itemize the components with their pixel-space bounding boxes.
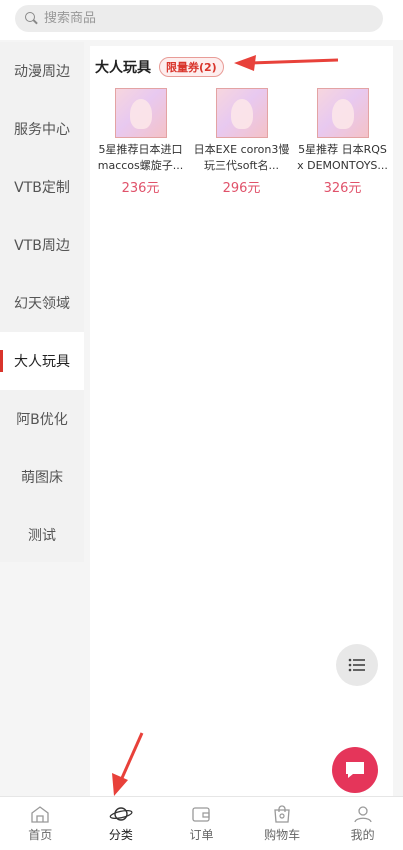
list-icon xyxy=(348,658,365,672)
sidebar-item-label: VTB定制 xyxy=(14,180,70,196)
search-box[interactable] xyxy=(15,5,383,32)
home-icon xyxy=(31,806,49,823)
tab-label: 订单 xyxy=(189,828,214,842)
chat-icon xyxy=(346,762,364,778)
planet-icon xyxy=(109,807,133,821)
list-toggle-button[interactable] xyxy=(336,644,378,686)
app-root: 动漫周边 服务中心 VTB定制 VTB周边 幻天领域 大人玩具 阿B优化 萌图床… xyxy=(0,0,403,850)
tab-home[interactable]: 首页 xyxy=(0,797,81,850)
sidebar-item-vtb-custom[interactable]: VTB定制 xyxy=(0,158,84,216)
bag-icon xyxy=(274,805,290,823)
sidebar-item-fantasy[interactable]: 幻天领域 xyxy=(0,274,84,332)
user-icon xyxy=(354,806,372,823)
category-header: 大人玩具 限量券(2) xyxy=(90,46,393,78)
search-input[interactable] xyxy=(44,11,364,26)
wallet-icon xyxy=(192,807,211,822)
tab-category[interactable]: 分类 xyxy=(81,797,162,850)
sidebar-item-service[interactable]: 服务中心 xyxy=(0,100,84,158)
chat-button[interactable] xyxy=(332,747,378,793)
search-icon xyxy=(25,12,38,25)
sidebar-item-label: VTB周边 xyxy=(14,238,70,254)
sidebar-item-vtb-merch[interactable]: VTB周边 xyxy=(0,216,84,274)
tab-profile[interactable]: 我的 xyxy=(322,797,403,850)
bottom-tab-bar: 首页 分类 订单 购物车 我的 xyxy=(0,796,403,850)
tab-label: 我的 xyxy=(350,828,375,842)
product-card[interactable]: 5星推荐日本进口maccos螺旋子... 236元 xyxy=(90,88,191,196)
product-card[interactable]: 5星推荐 日本RQS x DEMONTOYS... 326元 xyxy=(292,88,393,196)
product-card[interactable]: 日本EXE coron3慢玩三代soft名... 296元 xyxy=(191,88,292,196)
product-name: 5星推荐 日本RQS x DEMONTOYS... xyxy=(297,143,388,172)
sidebar-item-label: 阿B优化 xyxy=(16,412,68,428)
sidebar-item-anime[interactable]: 动漫周边 xyxy=(0,42,84,100)
product-list: 5星推荐日本进口maccos螺旋子... 236元 日本EXE coron3慢玩… xyxy=(90,78,393,196)
sidebar-item-label: 服务中心 xyxy=(14,122,70,138)
sidebar-item-label: 大人玩具 xyxy=(14,354,70,370)
product-name: 日本EXE coron3慢玩三代soft名... xyxy=(193,143,290,172)
sidebar-item-label: 动漫周边 xyxy=(14,64,70,80)
coupon-badge[interactable]: 限量券(2) xyxy=(159,56,224,77)
tab-label: 购物车 xyxy=(264,828,301,842)
product-image[interactable] xyxy=(316,88,369,138)
product-name: 5星推荐日本进口maccos螺旋子... xyxy=(97,143,184,172)
sidebar-item-label: 萌图床 xyxy=(21,470,63,486)
product-image[interactable] xyxy=(215,88,268,138)
sidebar-item-label: 测试 xyxy=(28,528,56,544)
product-image[interactable] xyxy=(114,88,167,138)
tab-label: 首页 xyxy=(28,828,53,842)
tab-label: 分类 xyxy=(108,828,133,842)
category-sidebar: 动漫周边 服务中心 VTB定制 VTB周边 幻天领域 大人玩具 阿B优化 萌图床… xyxy=(0,42,84,562)
sidebar-item-b-optimize[interactable]: 阿B优化 xyxy=(0,390,84,448)
sidebar-item-adult-toys[interactable]: 大人玩具 xyxy=(0,332,84,390)
sidebar-item-test[interactable]: 测试 xyxy=(0,506,84,564)
sidebar-item-image-host[interactable]: 萌图床 xyxy=(0,448,84,506)
category-title: 大人玩具 xyxy=(95,59,151,76)
product-price: 236元 xyxy=(121,181,160,196)
product-price: 296元 xyxy=(222,181,261,196)
search-bar xyxy=(0,0,403,40)
sidebar-item-label: 幻天领域 xyxy=(14,296,70,312)
tab-orders[interactable]: 订单 xyxy=(161,797,242,850)
tab-cart[interactable]: 购物车 xyxy=(242,797,323,850)
product-price: 326元 xyxy=(323,181,362,196)
